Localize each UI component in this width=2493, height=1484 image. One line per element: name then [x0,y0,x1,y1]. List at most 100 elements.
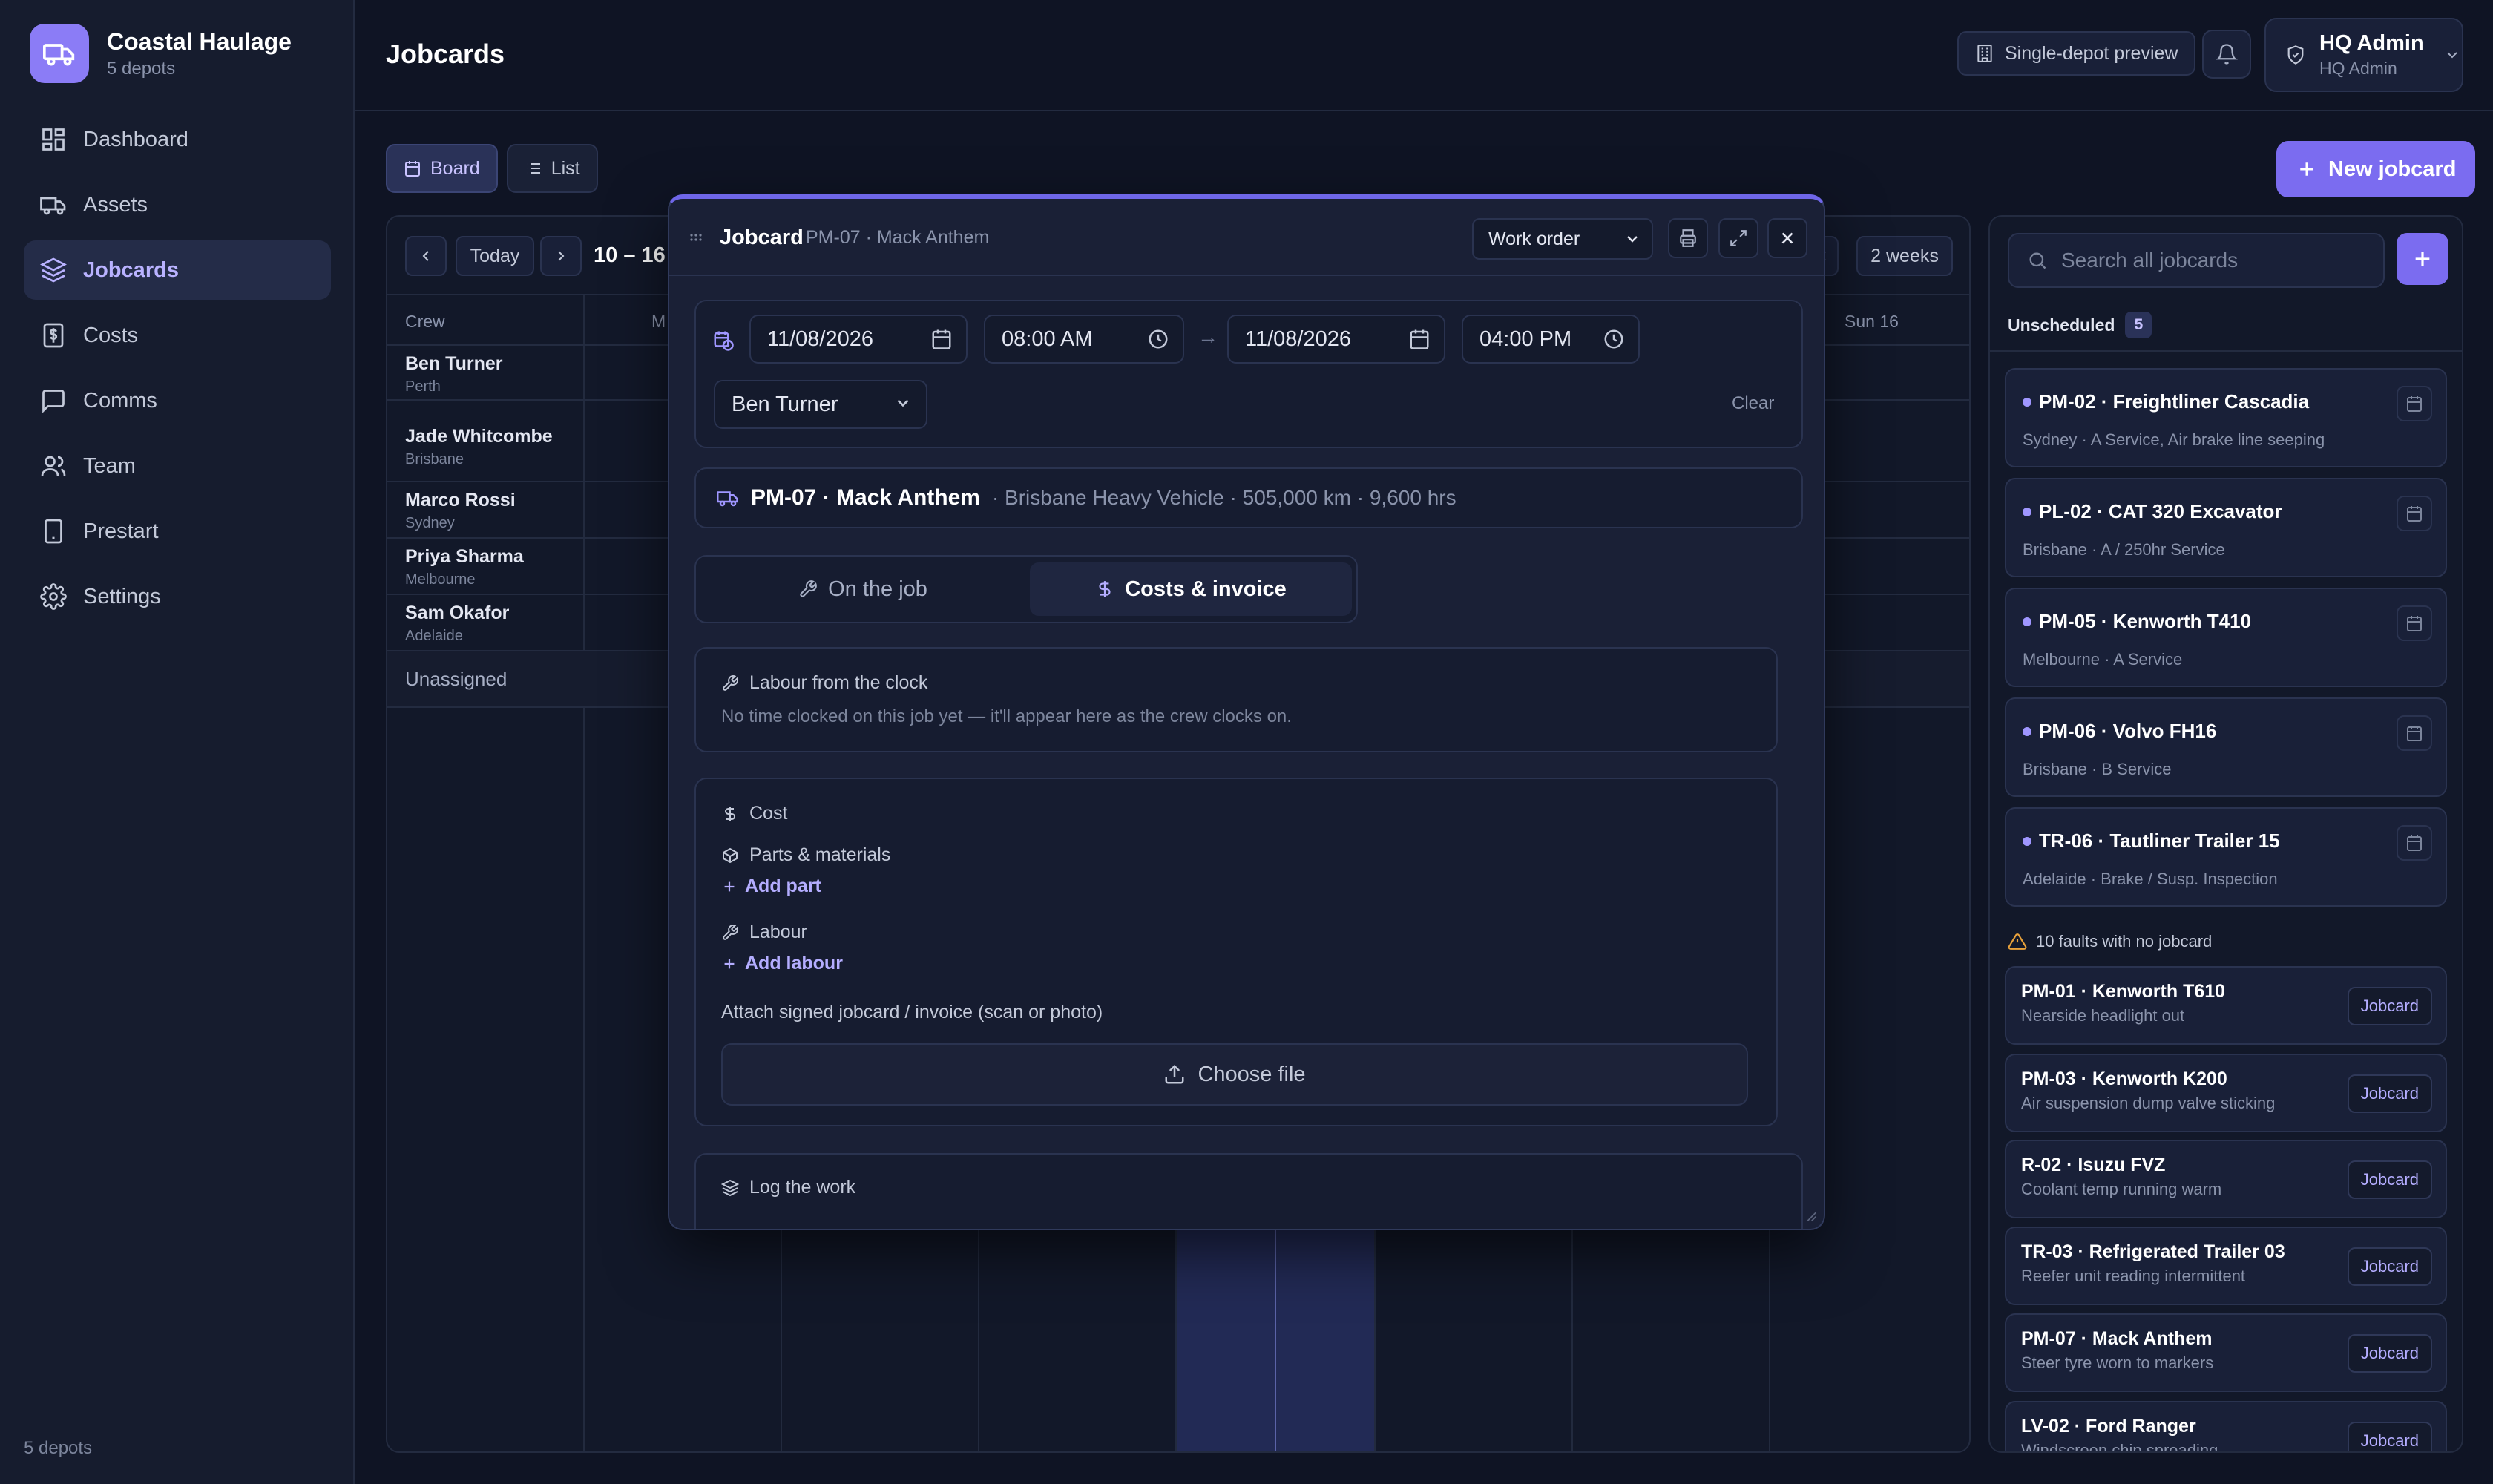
preview-label: Single-depot preview [2005,42,2178,64]
calendar-icon [2407,726,2422,741]
fault-card[interactable]: PM-01 · Kenworth T610 Nearside headlight… [2005,966,2447,1045]
nav-label: Costs [83,323,139,347]
week-range-label: 10 – 16 [594,243,666,267]
labour-clock-hint: No time clocked on this job yet — it'll … [721,706,1292,726]
card-title: TR-06 · Tautliner Trailer 15 [2039,830,2280,852]
print-button[interactable] [1668,218,1708,258]
calendar-icon [2407,616,2422,631]
nav-item-comms[interactable]: Comms [24,371,331,430]
drag-handle-icon[interactable] [687,229,705,246]
add-part-button[interactable]: Add part [721,876,821,897]
calendar-icon [932,329,951,349]
unscheduled-card[interactable]: PM-02 · Freightliner Cascadia Sydney · A… [2005,368,2447,467]
status-dot [2023,617,2031,626]
unscheduled-card[interactable]: PL-02 · CAT 320 Excavator Brisbane · A /… [2005,478,2447,577]
prev-week-button[interactable] [405,236,447,276]
wrench-icon [800,580,817,597]
assignee-select[interactable]: Ben Turner [714,380,927,429]
unscheduled-card[interactable]: PM-06 · Volvo FH16 Brisbane · B Service [2005,697,2447,797]
create-jobcard-button[interactable]: Jobcard [2347,1160,2432,1199]
nav-item-prestart[interactable]: Prestart [24,502,331,561]
fault-card[interactable]: PM-03 · Kenworth K200 Air suspension dum… [2005,1054,2447,1132]
brand[interactable]: Coastal Haulage 5 depots [30,24,292,83]
nav-item-team[interactable]: Team [24,436,331,496]
search-input[interactable]: Search all jobcards [2008,233,2385,288]
end-time-input[interactable]: 04:00 PM [1462,315,1640,364]
create-jobcard-button[interactable]: Jobcard [2347,1422,2432,1451]
printer-icon [1680,229,1696,247]
modal-header: Jobcard PM-07 · Mack Anthem Work order [669,199,1824,276]
log-work-title: Log the work [749,1177,856,1198]
tab-costs-invoice[interactable]: Costs & invoice [1030,562,1352,616]
fault-card[interactable]: PM-07 · Mack Anthem Steer tyre worn to m… [2005,1313,2447,1392]
start-time-input[interactable]: 08:00 AM [984,315,1184,364]
fault-description: Windscreen chip spreading [2021,1441,2218,1453]
schedule-button[interactable] [2397,825,2432,861]
nav-item-settings[interactable]: Settings [24,567,331,626]
choose-file-button[interactable]: Choose file [721,1043,1748,1106]
fault-card[interactable]: TR-03 · Refrigerated Trailer 03 Reefer u… [2005,1227,2447,1305]
nav-item-assets[interactable]: Assets [24,175,331,234]
fault-card[interactable]: LV-02 · Ford Ranger Windscreen chip spre… [2005,1401,2447,1453]
board-label: Board [430,157,480,179]
choose-file-label: Choose file [1198,1062,1306,1086]
user-menu-button[interactable]: HQ Admin HQ Admin [2264,18,2463,92]
add-labour-button[interactable]: Add labour [721,953,843,974]
create-jobcard-button[interactable]: Jobcard [2347,987,2432,1025]
add-jobcard-button[interactable] [2397,233,2448,285]
fault-title: PM-01 · Kenworth T610 [2021,981,2226,1002]
faults-header: 10 faults with no jobcard [2008,932,2212,951]
crew-name: Jade Whitcombe [405,426,553,447]
page-title: Jobcards [386,39,505,69]
start-date-input[interactable]: 11/08/2026 [749,315,968,364]
sidebar: Coastal Haulage 5 depots Dashboard Asset… [0,0,355,1484]
clock-icon [1604,329,1623,349]
tab-on-the-job[interactable]: On the job [702,562,1024,616]
calendar-icon [1410,329,1429,349]
range-select[interactable]: 2 weeks [1856,236,1953,276]
close-button[interactable] [1767,218,1807,258]
today-button[interactable]: Today [456,236,534,276]
resize-handle-icon[interactable] [1801,1206,1818,1223]
nav-item-jobcards[interactable]: Jobcards [24,240,331,300]
labour-clock-header: Labour from the clock [721,672,927,694]
board-view-button[interactable]: Board [386,144,498,193]
create-jobcard-button[interactable]: Jobcard [2347,1334,2432,1373]
end-date-input[interactable]: 11/08/2026 [1227,315,1445,364]
close-icon [1781,232,1793,244]
asset-summary[interactable]: PM-07 · Mack Anthem · Brisbane Heavy Veh… [694,467,1803,528]
nav-item-costs[interactable]: Costs [24,306,331,365]
next-week-button[interactable] [540,236,582,276]
crew-name: Ben Turner [405,353,503,374]
schedule-button[interactable] [2397,386,2432,421]
nav-item-dashboard[interactable]: Dashboard [24,110,331,169]
asset-meta: · Brisbane Heavy Vehicle · 505,000 km · … [991,486,1456,509]
new-jobcard-button[interactable]: New jobcard [2276,141,2476,197]
wrench-icon [723,924,738,940]
clear-schedule-button[interactable]: Clear [1732,393,1774,414]
layers-icon [40,257,67,283]
plus-icon [724,959,735,968]
card-subtitle: Melbourne · A Service [2023,650,2183,669]
expand-button[interactable] [1718,218,1758,258]
jobcard-type-select[interactable]: Work order [1472,218,1653,260]
schedule-button[interactable] [2397,496,2432,531]
single-depot-preview-button[interactable]: Single-depot preview [1957,31,2196,76]
fault-card[interactable]: R-02 · Isuzu FVZ Coolant temp running wa… [2005,1140,2447,1218]
create-jobcard-button[interactable]: Jobcard [2347,1247,2432,1286]
schedule-button[interactable] [2397,715,2432,751]
create-jobcard-button[interactable]: Jobcard [2347,1074,2432,1113]
add-labour-label: Add labour [745,953,843,974]
day-header-mon: M [651,312,666,331]
schedule-button[interactable] [2397,605,2432,641]
main-nav: Dashboard Assets Jobcards Costs Comms Te… [24,110,331,632]
calendar-icon [2407,396,2422,412]
divider [1990,350,2462,352]
unscheduled-card[interactable]: PM-05 · Kenworth T410 Melbourne · A Serv… [2005,588,2447,687]
calendar-icon [405,161,420,177]
plus-icon [2415,252,2430,266]
unscheduled-card[interactable]: TR-06 · Tautliner Trailer 15 Adelaide · … [2005,807,2447,907]
crew-name: Priya Sharma [405,546,524,567]
notifications-button[interactable] [2202,30,2251,79]
list-view-button[interactable]: List [506,144,598,193]
